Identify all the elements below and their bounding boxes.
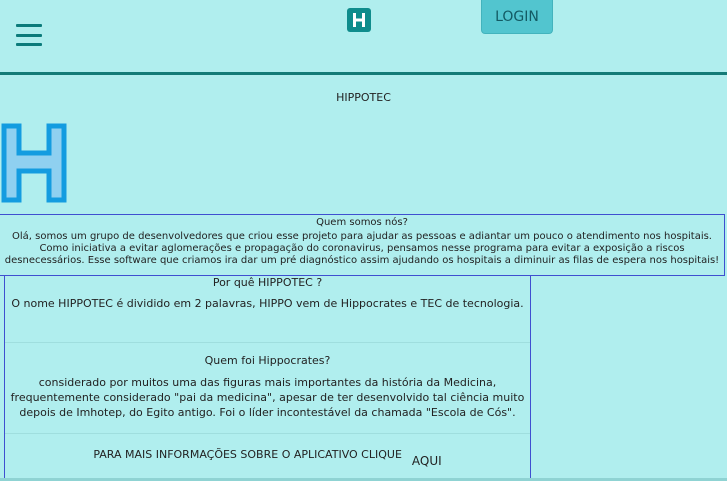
about-section: Quem somos nós? Olá, somos um grupo de d… xyxy=(0,214,725,276)
more-info-text: PARA MAIS INFORMAÇÕES SOBRE O APLICATIVO… xyxy=(93,448,402,461)
header-divider xyxy=(0,72,727,75)
about-heading: Quem somos nós? xyxy=(316,217,408,228)
hippotec-big-logo-icon xyxy=(1,123,67,203)
menu-icon-bar xyxy=(16,33,42,37)
section-divider xyxy=(5,342,530,343)
hippotec-logo-icon[interactable] xyxy=(347,8,371,32)
info-panel: Por quê HIPPOTEC ? O nome HIPPOTEC é div… xyxy=(4,276,531,481)
more-info-link[interactable]: AQUI xyxy=(412,454,442,468)
header: LOGIN xyxy=(0,0,727,72)
who-text: considerado por muitos uma das figuras m… xyxy=(10,376,525,419)
site-title: HIPPOTEC xyxy=(336,91,391,104)
menu-icon-bar xyxy=(16,24,42,27)
h-logo-icon xyxy=(353,13,365,27)
about-text: Olá, somos um grupo de desenvolvedores q… xyxy=(4,231,720,266)
more-info-row: PARA MAIS INFORMAÇÕES SOBRE O APLICATIVO… xyxy=(5,447,530,468)
login-button[interactable]: LOGIN xyxy=(481,0,553,34)
menu-icon[interactable] xyxy=(16,24,42,46)
why-heading: Por quê HIPPOTEC ? xyxy=(212,276,323,289)
why-text: O nome HIPPOTEC é dividido em 2 palavras… xyxy=(11,297,524,310)
section-divider xyxy=(5,433,530,434)
who-heading: Quem foi Hippocrates? xyxy=(204,354,331,367)
menu-icon-bar xyxy=(16,43,42,46)
